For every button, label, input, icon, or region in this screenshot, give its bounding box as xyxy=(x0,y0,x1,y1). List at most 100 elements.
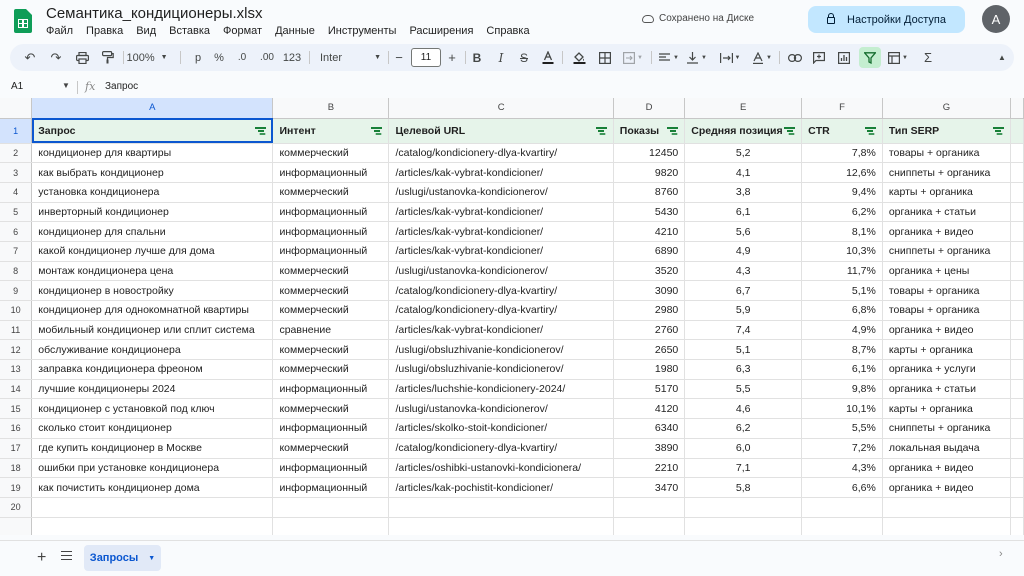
undo-icon[interactable]: ↶ xyxy=(21,44,39,71)
column-filter-icon[interactable] xyxy=(784,127,796,134)
paint-format-icon[interactable] xyxy=(98,44,118,71)
column-filter-icon[interactable] xyxy=(667,127,679,134)
select-all-corner[interactable] xyxy=(0,98,33,119)
cell[interactable]: монтаж кондиционера цена xyxy=(31,261,274,282)
cell[interactable]: 3520 xyxy=(613,261,686,282)
cell[interactable]: 3,8 xyxy=(684,182,803,203)
cell[interactable] xyxy=(882,497,1011,518)
cell[interactable]: мобильный кондиционер или сплит система xyxy=(31,320,274,341)
cell[interactable]: 10,3% xyxy=(801,241,883,262)
row-number[interactable]: 16 xyxy=(0,418,33,439)
cell[interactable]: 6890 xyxy=(613,241,686,262)
cell[interactable]: сниппеты + органика xyxy=(882,162,1011,183)
cell[interactable]: /articles/skolko-stoit-kondicioner/ xyxy=(388,418,614,439)
cell[interactable]: товары + органика xyxy=(882,143,1011,164)
column-filter-icon[interactable] xyxy=(255,127,267,134)
decrease-decimal-button[interactable]: .0 xyxy=(233,44,251,71)
row-number[interactable]: 4 xyxy=(0,182,33,203)
cell[interactable] xyxy=(1010,517,1024,535)
cell[interactable]: 11,7% xyxy=(801,261,883,282)
header-cell[interactable]: Запрос xyxy=(31,118,274,144)
chevron-up-icon[interactable]: ▲ xyxy=(995,44,1009,71)
cell[interactable] xyxy=(1010,497,1024,518)
cell[interactable]: коммерческий xyxy=(272,359,390,380)
cell[interactable]: информационный xyxy=(272,379,390,400)
cell[interactable]: /uslugi/obsluzhivanie-kondicionerov/ xyxy=(388,339,614,361)
cell[interactable]: /catalog/kondicionery-dlya-kvartiry/ xyxy=(388,438,614,459)
cell[interactable]: карты + органика xyxy=(882,339,1011,361)
row-number[interactable]: 12 xyxy=(0,339,33,361)
cell[interactable]: кондиционер в новостройку xyxy=(31,280,274,301)
all-sheets-menu-icon[interactable] xyxy=(61,551,72,560)
cell[interactable]: /articles/kak-vybrat-kondicioner/ xyxy=(388,320,614,341)
cell[interactable]: 1980 xyxy=(613,359,686,380)
cell[interactable]: 6,1% xyxy=(801,359,883,380)
header-cell[interactable]: Интент xyxy=(272,118,390,144)
cell[interactable]: /articles/kak-vybrat-kondicioner/ xyxy=(388,162,614,183)
menu-item[interactable]: Формат xyxy=(223,25,262,37)
cell[interactable]: 2650 xyxy=(613,339,686,361)
borders-icon[interactable] xyxy=(596,44,614,71)
row-number[interactable] xyxy=(0,517,33,535)
cell[interactable]: заправка кондиционера фреоном xyxy=(31,359,274,380)
cell[interactable]: органика + статьи xyxy=(882,379,1011,400)
print-icon[interactable] xyxy=(73,44,91,71)
cell[interactable]: 3470 xyxy=(613,477,686,498)
format-percent-button[interactable]: % xyxy=(211,44,227,71)
format-currency-button[interactable]: р xyxy=(190,44,206,71)
cell[interactable] xyxy=(684,497,803,518)
cell[interactable]: информационный xyxy=(272,458,390,479)
increase-decimal-button[interactable]: .00 xyxy=(256,44,278,71)
cell[interactable]: как почистить кондиционер дома xyxy=(31,477,274,498)
cell[interactable]: органика + услуги xyxy=(882,359,1011,380)
cell[interactable]: органика + видео xyxy=(882,458,1011,479)
cell[interactable]: 7,8% xyxy=(801,143,883,164)
cell[interactable]: 6,2 xyxy=(684,418,803,439)
cell[interactable]: 5,1% xyxy=(801,280,883,301)
cell[interactable] xyxy=(31,497,274,518)
cell[interactable]: /articles/luchshie-kondicionery-2024/ xyxy=(388,379,614,400)
cell[interactable] xyxy=(613,517,686,535)
cell[interactable] xyxy=(388,517,614,535)
cell[interactable]: кондиционер для однокомнатной квартиры xyxy=(31,300,274,321)
cell[interactable]: 6,0 xyxy=(684,438,803,459)
cell[interactable]: 8,1% xyxy=(801,221,883,242)
row-number[interactable]: 9 xyxy=(0,280,33,301)
cell[interactable]: информационный xyxy=(272,221,390,242)
cell[interactable]: 9,8% xyxy=(801,379,883,400)
cell[interactable] xyxy=(613,497,686,518)
avatar[interactable]: A xyxy=(982,5,1010,33)
filter-icon[interactable] xyxy=(859,47,881,68)
cell[interactable]: 4,3 xyxy=(684,261,803,282)
cell[interactable]: карты + органика xyxy=(882,398,1011,420)
chevron-down-icon[interactable]: ▼ xyxy=(62,81,70,90)
cell[interactable]: коммерческий xyxy=(272,261,390,282)
sheet-tab-active[interactable]: Запросы ▼ xyxy=(84,545,161,571)
cell[interactable]: информационный xyxy=(272,202,390,223)
cell[interactable]: коммерческий xyxy=(272,280,390,301)
link-icon[interactable] xyxy=(785,44,805,71)
row-number[interactable]: 15 xyxy=(0,398,33,420)
comment-icon[interactable] xyxy=(810,44,828,71)
cell[interactable]: 5,1 xyxy=(684,339,803,361)
cell[interactable]: /uslugi/ustanovka-kondicionerov/ xyxy=(388,261,614,282)
row-number[interactable]: 19 xyxy=(0,477,33,498)
spreadsheet-grid[interactable]: A B C D E F G 1 Запрос Интент Целевой URL По… xyxy=(0,98,1024,535)
cell[interactable]: кондиционер с установкой под ключ xyxy=(31,398,274,420)
header-cell[interactable]: Показы xyxy=(613,118,686,144)
cell[interactable] xyxy=(388,497,614,518)
cell[interactable]: 4210 xyxy=(613,221,686,242)
column-header-a[interactable]: A xyxy=(31,98,274,119)
cell[interactable]: карты + органика xyxy=(882,182,1011,203)
cell[interactable]: 3890 xyxy=(613,438,686,459)
font-size-increase-button[interactable]: + xyxy=(444,44,460,71)
cell[interactable]: 5170 xyxy=(613,379,686,400)
cell[interactable]: 6,1 xyxy=(684,202,803,223)
cell[interactable]: 5,6 xyxy=(684,221,803,242)
cell[interactable]: где купить кондиционер в Москве xyxy=(31,438,274,459)
row-number[interactable]: 8 xyxy=(0,261,33,282)
cell[interactable]: 5,5% xyxy=(801,418,883,439)
cell[interactable]: /articles/kak-vybrat-kondicioner/ xyxy=(388,221,614,242)
cell[interactable]: 7,2% xyxy=(801,438,883,459)
cell[interactable]: 6,6% xyxy=(801,477,883,498)
